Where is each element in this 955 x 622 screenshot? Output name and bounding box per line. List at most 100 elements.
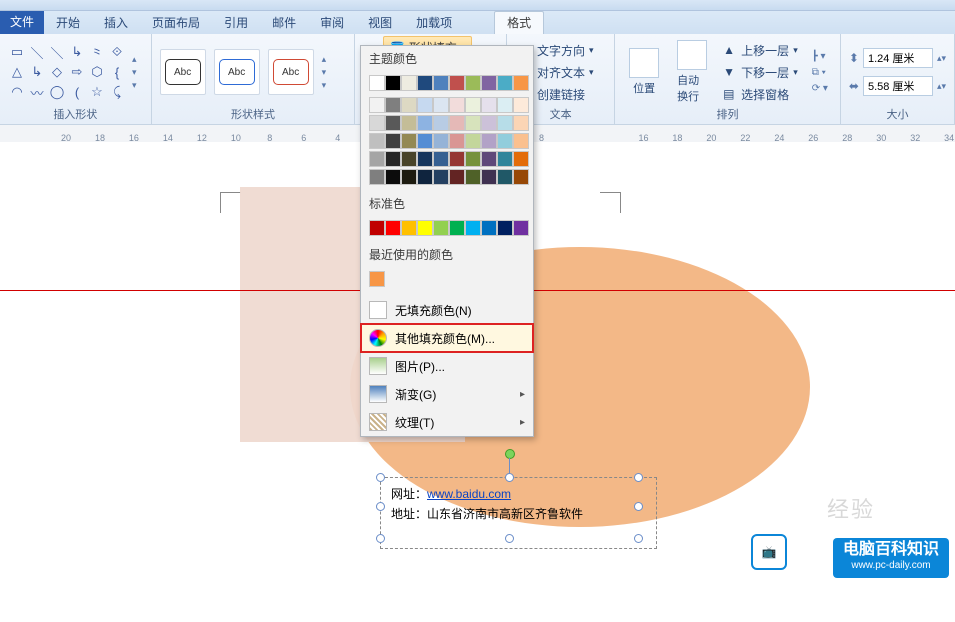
- shape-connector-icon[interactable]: ↳: [68, 43, 86, 61]
- color-swatch[interactable]: [497, 75, 513, 91]
- tab-file[interactable]: 文件: [0, 11, 44, 34]
- styles-more-icon[interactable]: ▾: [322, 80, 327, 91]
- more-fill-colors-item[interactable]: 其他填充颜色(M)...: [361, 324, 533, 352]
- align-button[interactable]: ┣ ▾: [808, 50, 832, 63]
- tab-view[interactable]: 视图: [356, 12, 404, 34]
- color-swatch[interactable]: [433, 115, 449, 131]
- shape-ellipse-icon[interactable]: ◯: [48, 83, 66, 101]
- resize-handle-bl[interactable]: [376, 534, 385, 543]
- shape-triangle-icon[interactable]: △: [8, 63, 26, 81]
- color-swatch[interactable]: [481, 151, 497, 167]
- height-input[interactable]: [863, 48, 933, 68]
- shape-star-icon[interactable]: ☆: [88, 83, 106, 101]
- shape-line-icon[interactable]: ＼: [28, 43, 46, 61]
- color-swatch[interactable]: [417, 97, 433, 113]
- bring-forward-button[interactable]: ▲上移一层▾: [719, 41, 802, 60]
- resize-handle-tr[interactable]: [634, 473, 643, 482]
- color-swatch[interactable]: [449, 151, 465, 167]
- shape-curve-icon[interactable]: 〰: [28, 83, 46, 101]
- color-swatch[interactable]: [369, 75, 385, 91]
- spinner-icon[interactable]: ▴▾: [937, 81, 946, 92]
- color-swatch[interactable]: [497, 169, 513, 185]
- styles-up-icon[interactable]: ▴: [322, 54, 327, 65]
- textbox-line-addr[interactable]: 地址：山东省济南市高新区齐鲁软件: [391, 504, 646, 524]
- color-swatch[interactable]: [385, 75, 401, 91]
- color-swatch[interactable]: [417, 220, 433, 236]
- shape-diamond-icon[interactable]: ◇: [48, 63, 66, 81]
- shape-hexagon-icon[interactable]: ⬡: [88, 63, 106, 81]
- color-swatch[interactable]: [449, 133, 465, 149]
- tab-mail[interactable]: 邮件: [260, 12, 308, 34]
- style-preset-3[interactable]: Abc: [268, 49, 314, 95]
- picture-fill-item[interactable]: 图片(P)...: [361, 352, 533, 380]
- width-field[interactable]: ⬌ ▴▾: [849, 76, 946, 96]
- color-swatch[interactable]: [433, 151, 449, 167]
- color-swatch[interactable]: [385, 133, 401, 149]
- style-preset-1[interactable]: Abc: [160, 49, 206, 95]
- color-swatch[interactable]: [481, 75, 497, 91]
- texture-fill-item[interactable]: 纹理(T): [361, 408, 533, 436]
- resize-handle-br[interactable]: [634, 534, 643, 543]
- color-swatch[interactable]: [481, 133, 497, 149]
- color-swatch[interactable]: [465, 115, 481, 131]
- color-swatch[interactable]: [401, 220, 417, 236]
- position-button[interactable]: 位置: [623, 46, 665, 98]
- color-swatch[interactable]: [417, 75, 433, 91]
- tab-references[interactable]: 引用: [212, 12, 260, 34]
- gradient-fill-item[interactable]: 渐变(G): [361, 380, 533, 408]
- resize-handle-tm[interactable]: [505, 473, 514, 482]
- resize-handle-mr[interactable]: [634, 502, 643, 511]
- color-swatch[interactable]: [449, 115, 465, 131]
- color-swatch[interactable]: [465, 169, 481, 185]
- color-swatch[interactable]: [433, 75, 449, 91]
- color-swatch[interactable]: [401, 169, 417, 185]
- send-backward-button[interactable]: ▼下移一层▾: [719, 63, 802, 82]
- wrap-text-button[interactable]: 自动换行: [671, 38, 713, 106]
- color-swatch[interactable]: [401, 151, 417, 167]
- color-swatch[interactable]: [385, 115, 401, 131]
- url-link[interactable]: www.baidu.com: [427, 487, 511, 501]
- color-swatch[interactable]: [417, 169, 433, 185]
- color-swatch[interactable]: [465, 97, 481, 113]
- tab-addins[interactable]: 加载项: [404, 12, 464, 34]
- color-swatch[interactable]: [513, 220, 529, 236]
- color-swatch[interactable]: [513, 151, 529, 167]
- selection-pane-button[interactable]: ▤选择窗格: [719, 85, 802, 104]
- spinner-icon[interactable]: ▴▾: [937, 53, 946, 64]
- color-swatch[interactable]: [401, 75, 417, 91]
- shape-line2-icon[interactable]: ＼: [48, 43, 66, 61]
- styles-down-icon[interactable]: ▾: [322, 67, 327, 78]
- color-swatch[interactable]: [417, 133, 433, 149]
- color-swatch[interactable]: [497, 115, 513, 131]
- color-swatch[interactable]: [449, 75, 465, 91]
- resize-handle-tl[interactable]: [376, 473, 385, 482]
- color-swatch[interactable]: [497, 133, 513, 149]
- tab-format-context[interactable]: 格式: [494, 11, 544, 34]
- shape-textbox-icon[interactable]: ▭: [8, 43, 26, 61]
- shape-arrow-icon[interactable]: ⇨: [68, 63, 86, 81]
- color-swatch[interactable]: [417, 115, 433, 131]
- selected-textbox[interactable]: 网址：www.baidu.com 地址：山东省济南市高新区齐鲁软件: [380, 477, 657, 549]
- color-swatch[interactable]: [465, 151, 481, 167]
- width-input[interactable]: [863, 76, 933, 96]
- shape-freeform-icon[interactable]: ⺀: [88, 43, 106, 61]
- color-swatch[interactable]: [385, 220, 401, 236]
- color-swatch[interactable]: [513, 97, 529, 113]
- color-swatch[interactable]: [401, 115, 417, 131]
- resize-handle-bm[interactable]: [505, 534, 514, 543]
- style-preset-2[interactable]: Abc: [214, 49, 260, 95]
- shapes-gallery[interactable]: ▭ ＼ ＼ ↳ ⺀ ⟐ △ ↳ ◇ ⇨ ⬡ { ◠ 〰 ◯ ( ☆ ⤹: [8, 43, 126, 101]
- color-swatch[interactable]: [433, 169, 449, 185]
- color-swatch[interactable]: [385, 169, 401, 185]
- textbox-line-url[interactable]: 网址：www.baidu.com: [391, 484, 646, 504]
- color-swatch[interactable]: [401, 97, 417, 113]
- color-swatch[interactable]: [497, 220, 513, 236]
- shape-paren-icon[interactable]: (: [68, 83, 86, 101]
- color-swatch[interactable]: [369, 97, 385, 113]
- color-swatch[interactable]: [497, 97, 513, 113]
- color-swatch[interactable]: [481, 97, 497, 113]
- color-swatch[interactable]: [465, 220, 481, 236]
- tab-insert[interactable]: 插入: [92, 12, 140, 34]
- rotate-button[interactable]: ⟳ ▾: [808, 82, 832, 95]
- color-swatch[interactable]: [449, 169, 465, 185]
